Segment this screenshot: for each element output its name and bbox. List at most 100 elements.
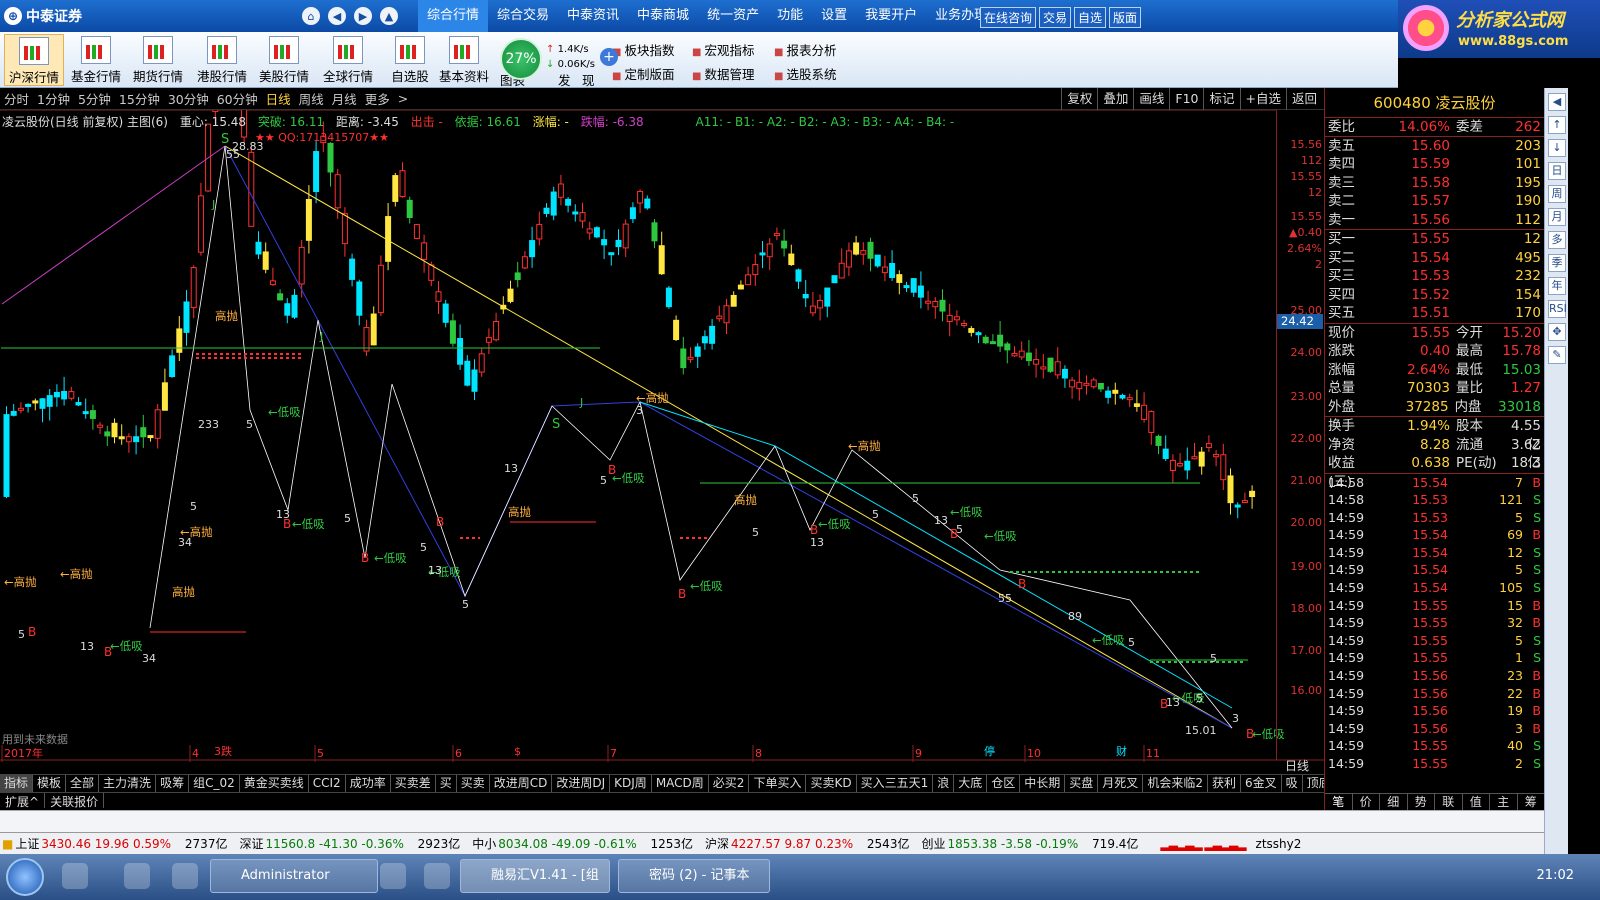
order-book-row[interactable]: 卖二 15.57 190 xyxy=(1325,192,1544,211)
indicator-tab[interactable]: 全部 xyxy=(66,775,100,792)
ie-icon[interactable] xyxy=(172,863,198,889)
indicator-tab[interactable]: 6金叉 xyxy=(1241,775,1282,792)
quote-tab[interactable]: 值 xyxy=(1463,794,1490,810)
side-tool-icon[interactable]: ✎ xyxy=(1548,346,1566,364)
toolbar-button[interactable]: 全球行情 xyxy=(318,34,378,86)
side-tool-icon[interactable]: 年 xyxy=(1548,277,1566,295)
app-icon[interactable] xyxy=(424,863,450,889)
quote-tab[interactable]: 主 xyxy=(1490,794,1518,810)
toolbar-link[interactable]: 板块指数 xyxy=(612,40,674,59)
indicator-tab[interactable]: 获利 xyxy=(1208,775,1241,792)
service-button[interactable]: 版面 xyxy=(1109,7,1142,28)
side-tool-icon[interactable]: 周 xyxy=(1548,185,1566,203)
top-nav-item[interactable]: 我要开户 xyxy=(856,0,926,32)
order-book-row[interactable]: 卖四 15.59 101 xyxy=(1325,155,1544,174)
period-item[interactable]: 1分钟 xyxy=(33,89,74,108)
period-item[interactable]: 15分钟 xyxy=(115,89,164,108)
toolbar-link[interactable]: 选股系统 xyxy=(774,64,836,83)
period-item[interactable]: > xyxy=(394,91,412,106)
indicator-tab[interactable]: 必买2 xyxy=(709,775,750,792)
service-button[interactable]: 交易 xyxy=(1039,7,1072,28)
side-tool-icon[interactable]: 日 xyxy=(1548,162,1566,180)
top-nav-item[interactable]: 综合交易 xyxy=(488,0,558,32)
indicator-tab[interactable]: 买入三五天1 xyxy=(857,775,934,792)
taskbar-task[interactable]: Administrator xyxy=(210,859,378,893)
order-book-row[interactable]: 卖五 15.60 203 xyxy=(1325,137,1544,156)
indicator-tab[interactable]: KDJ周 xyxy=(610,775,652,792)
explorer-icon[interactable] xyxy=(62,863,88,889)
top-nav-item[interactable]: 中泰资讯 xyxy=(558,0,628,32)
up-icon[interactable]: ▲ xyxy=(380,7,398,25)
toolbar-button[interactable]: 沪深行情 xyxy=(4,34,64,86)
indicator-tab[interactable]: 仓区 xyxy=(987,775,1021,792)
toolbar-link[interactable]: 定制版面 xyxy=(612,64,674,83)
order-book-row[interactable]: 买四 15.52 154 xyxy=(1325,286,1544,305)
side-tool-icon[interactable]: 季 xyxy=(1548,254,1566,272)
indicator-tab[interactable]: 买卖KD xyxy=(806,775,857,792)
indicator-tab[interactable]: 吸 xyxy=(1282,775,1303,792)
indicator-tab[interactable]: 黄金买卖线 xyxy=(240,775,309,792)
ad-banner[interactable]: 分析家公式网 www.88gs.com xyxy=(1398,0,1600,58)
order-book-row[interactable]: 买一 15.55 12 xyxy=(1325,230,1544,249)
sub-tab[interactable]: 扩展^ xyxy=(0,793,46,809)
side-tool-icon[interactable]: ✥ xyxy=(1548,323,1566,341)
chart-op-button[interactable]: F10 xyxy=(1169,88,1203,110)
top-nav-item[interactable]: 中泰商城 xyxy=(628,0,698,32)
toolbar-link[interactable]: 报表分析 xyxy=(774,40,836,59)
index-quote[interactable]: 中小 8034.08 -49.09 -0.61% 1253亿 xyxy=(472,835,693,852)
period-item[interactable]: 月线 xyxy=(328,89,361,108)
service-button[interactable]: 在线咨询 xyxy=(980,7,1037,28)
chart-op-button[interactable]: 复权 xyxy=(1061,88,1097,110)
indicator-tab[interactable]: 中长期 xyxy=(1020,775,1066,792)
indicator-tab[interactable]: 改进周DJ xyxy=(552,775,611,792)
period-item[interactable]: 5分钟 xyxy=(74,89,115,108)
chart-op-button[interactable]: 返回 xyxy=(1285,88,1322,110)
chart-op-button[interactable]: 叠加 xyxy=(1097,88,1133,110)
browser-icon[interactable] xyxy=(124,863,150,889)
index-quote[interactable]: 深证 11560.8 -41.30 -0.36% 2923亿 xyxy=(239,835,460,852)
index-quote[interactable]: 创业 1853.38 -3.58 -0.19% 719.4亿 xyxy=(921,835,1138,852)
back-icon[interactable]: ◀ xyxy=(328,7,346,25)
toolbar-link[interactable]: 宏观指标 xyxy=(692,40,754,59)
index-quote[interactable]: 上证 3430.46 19.96 0.59% 2737亿 xyxy=(15,835,227,852)
indicator-tab[interactable]: 下单买入 xyxy=(749,775,807,792)
quote-tab[interactable]: 价 xyxy=(1353,794,1380,810)
chart-op-button[interactable]: +自选 xyxy=(1239,88,1286,110)
toolbar-button[interactable]: 基本资料 xyxy=(434,34,494,86)
indicator-tab[interactable]: 买卖差 xyxy=(391,775,436,792)
indicator-tab[interactable]: 机会来临2 xyxy=(1143,775,1208,792)
indicator-tab[interactable]: CCI2 xyxy=(309,775,346,792)
top-nav-item[interactable]: 设置 xyxy=(812,0,856,32)
order-book-row[interactable]: 买三 15.53 232 xyxy=(1325,267,1544,286)
add-icon[interactable]: + xyxy=(600,48,618,66)
toolbar-link[interactable]: 数据管理 xyxy=(692,64,754,83)
period-item[interactable]: 周线 xyxy=(295,89,328,108)
period-item[interactable]: 30分钟 xyxy=(164,89,213,108)
period-item[interactable]: 更多 xyxy=(361,89,394,108)
forward-icon[interactable]: ▶ xyxy=(354,7,372,25)
media-icon[interactable] xyxy=(380,863,406,889)
chart-op-button[interactable]: 画线 xyxy=(1133,88,1169,110)
sub-tab[interactable]: 关联报价 xyxy=(45,793,105,809)
toolbar-button[interactable]: 自选股 xyxy=(380,34,440,86)
service-button[interactable]: 自选 xyxy=(1074,7,1107,28)
period-item[interactable]: 60分钟 xyxy=(213,89,262,108)
order-book-row[interactable]: 卖三 15.58 195 xyxy=(1325,174,1544,193)
indicator-tab[interactable]: 买盘 xyxy=(1065,775,1099,792)
indicator-tab[interactable]: MACD周 xyxy=(652,775,709,792)
period-item[interactable]: 分时 xyxy=(0,89,33,108)
indicator-tab[interactable]: 改进周CD xyxy=(490,775,553,792)
kline-chart[interactable]: 28.83 15.01 ★★ QQ:1713415707★★ 用到未来数据 ←高抛 ←高抛… xyxy=(0,110,1324,800)
toolbar-button[interactable]: 基金行情 xyxy=(66,34,126,86)
top-nav-item[interactable]: 统一资产 xyxy=(698,0,768,32)
chart-op-button[interactable]: 标记 xyxy=(1203,88,1239,110)
indicator-tab[interactable]: 主力清洗 xyxy=(99,775,157,792)
taskbar-task[interactable]: 密码 (2) - 记事本 xyxy=(618,859,770,893)
quote-tab[interactable]: 联 xyxy=(1435,794,1463,810)
top-nav-item[interactable]: 功能 xyxy=(768,0,812,32)
start-button-icon[interactable] xyxy=(6,858,44,896)
side-tool-icon[interactable]: ↓ xyxy=(1548,139,1566,157)
indicator-tab[interactable]: 买卖 xyxy=(457,775,490,792)
quote-tab[interactable]: 势 xyxy=(1408,794,1435,810)
order-book-row[interactable]: 卖一 15.56 112 xyxy=(1325,211,1544,230)
